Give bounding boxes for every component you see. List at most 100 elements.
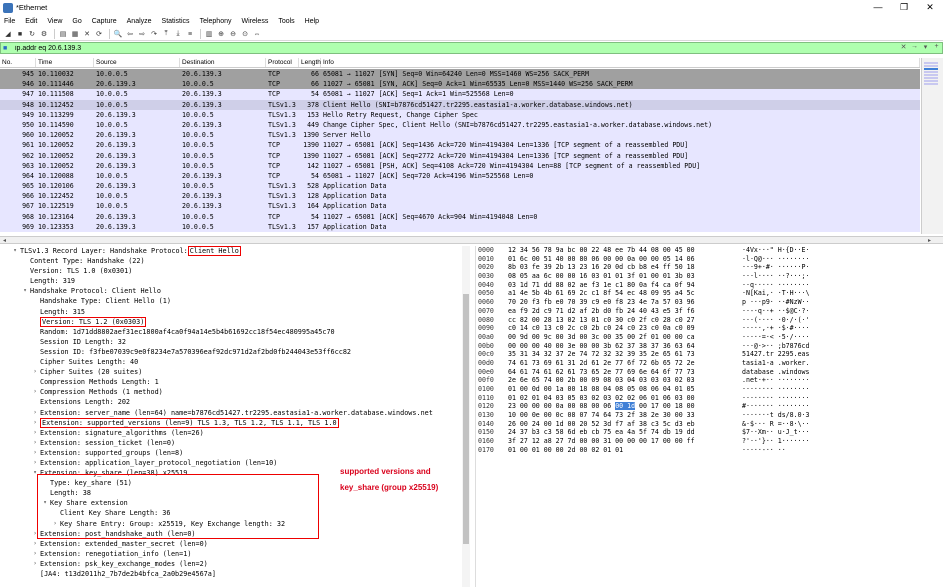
detail-row[interactable]: Handshake Type: Client Hello (1) <box>0 296 470 306</box>
apply-filter-button[interactable]: → <box>909 43 920 53</box>
bytes-row[interactable]: 0080 cc 82 00 28 13 02 13 01 c0 30 c0 2f … <box>476 316 943 325</box>
detail-row[interactable]: Cipher Suites Length: 40 <box>0 357 470 367</box>
close-button[interactable]: ✕ <box>917 0 943 15</box>
bytes-row[interactable]: 0160 3f 27 12 a8 27 7d 00 00 31 00 00 00 … <box>476 437 943 446</box>
menu-capture[interactable]: Capture <box>92 18 117 25</box>
bytes-row[interactable]: 0150 24 37 b3 c3 58 6d eb cb 75 ea 4a 5f … <box>476 428 943 437</box>
back-icon[interactable]: ⇦ <box>125 29 135 39</box>
expand-toggle-icon[interactable]: › <box>30 539 40 549</box>
expand-toggle-icon[interactable]: › <box>30 458 40 468</box>
detail-row[interactable]: › Cipher Suites (20 suites) <box>0 367 470 377</box>
menu-analyze[interactable]: Analyze <box>127 18 152 25</box>
expand-toggle-icon[interactable]: ▾ <box>10 246 20 256</box>
detail-row[interactable]: ▾ Handshake Protocol: Client Hello <box>0 286 470 296</box>
bytes-row[interactable]: 0050 a1 4e 5b 4b 61 69 2c c1 8f 54 ec 48 … <box>476 289 943 298</box>
bytes-row[interactable]: 0140 26 00 24 00 1d 00 20 52 3d f7 af 38 … <box>476 420 943 429</box>
detail-row[interactable]: › Extension: psk_key_exchange_modes (len=… <box>0 559 470 569</box>
detail-row[interactable]: › Extension: supported_versions (len=9) T… <box>0 417 470 428</box>
packet-row[interactable]: 962 10.120052 20.6.139.3 10.0.0.5 TCP 1390 110… <box>0 150 920 161</box>
detail-row[interactable]: Version: TLS 1.0 (0x0301) <box>0 266 470 276</box>
bytes-row[interactable]: 00a0 00 9d 00 9c 00 3d 00 3c 00 35 00 2f … <box>476 333 943 342</box>
pane-splitter[interactable]: ◂ ▸ <box>0 236 943 244</box>
bookmark-icon[interactable]: ■ <box>3 45 13 52</box>
last-icon[interactable]: ⤓ <box>173 29 183 39</box>
detail-row[interactable]: ▾ TLSv1.3 Record Layer: Handshake Protoco… <box>0 246 470 257</box>
column-time[interactable]: Time <box>36 58 94 67</box>
packet-row[interactable]: 964 10.120088 10.0.0.5 20.6.139.3 TCP 54 65081… <box>0 170 920 182</box>
scroll-right-icon[interactable]: ▸ <box>928 237 931 244</box>
detail-row[interactable]: Session ID Length: 32 <box>0 337 470 347</box>
expand-toggle-icon[interactable]: › <box>30 408 40 418</box>
menu-go[interactable]: Go <box>72 18 81 25</box>
bytes-row[interactable]: 00e0 64 61 74 61 62 61 73 65 2e 77 69 6e … <box>476 368 943 377</box>
autoscroll-icon[interactable]: ≡ <box>185 29 195 39</box>
zoom-in-icon[interactable]: ⊕ <box>216 29 226 39</box>
details-scrollbar-thumb[interactable] <box>463 294 469 544</box>
minimize-button[interactable]: — <box>865 0 891 15</box>
filter-history-dropdown[interactable]: ▾ <box>920 43 931 53</box>
packet-row[interactable]: 946 10.111446 20.6.139.3 10.0.0.5 TCP 66 11027… <box>0 79 920 90</box>
expand-toggle-icon[interactable]: › <box>30 549 40 559</box>
options-icon[interactable]: ⚙ <box>39 29 49 39</box>
forward-icon[interactable]: ⇨ <box>137 29 147 39</box>
column-no[interactable]: No. <box>0 58 36 67</box>
bytes-row[interactable]: 0030 08 05 aa 6c 00 00 16 03 01 01 3f 01 … <box>476 272 943 281</box>
close-file-icon[interactable]: ✕ <box>82 29 92 39</box>
menu-wireless[interactable]: Wireless <box>241 18 268 25</box>
zoom-out-icon[interactable]: ⊖ <box>228 29 238 39</box>
packet-row[interactable]: 947 10.111508 10.0.0.5 20.6.139.3 TCP 54 65081… <box>0 89 920 100</box>
bytes-row[interactable]: 0120 23 00 00 00 0a 00 08 00 06 00 1d 00 … <box>476 402 943 411</box>
detail-row[interactable]: › Extension: server_name (len=64) name=b7… <box>0 408 470 418</box>
packet-row[interactable]: 961 10.120052 20.6.139.3 10.0.0.5 TCP 1390 110… <box>0 140 920 151</box>
menu-telephony[interactable]: Telephony <box>200 18 232 25</box>
bytes-row[interactable]: 0010 01 6c 00 51 40 00 80 06 00 00 0a 00 … <box>476 255 943 264</box>
detail-row[interactable]: Content Type: Handshake (22) <box>0 256 470 266</box>
column-info[interactable]: Info <box>321 58 920 67</box>
detail-row[interactable]: Random: 1d71dd8802aef31ec1800af4ca0f94a1… <box>0 327 470 337</box>
bytes-row[interactable]: 0100 01 00 0d 00 1a 00 18 08 04 08 05 08 … <box>476 385 943 394</box>
column-destination[interactable]: Destination <box>180 58 266 67</box>
menu-edit[interactable]: Edit <box>25 18 37 25</box>
expand-toggle-icon[interactable]: › <box>30 418 40 428</box>
restart-icon[interactable]: ↻ <box>27 29 37 39</box>
bytes-row[interactable]: 0090 c0 14 c0 13 c0 2c c0 2b c0 24 c0 23 … <box>476 324 943 333</box>
scroll-left-icon[interactable]: ◂ <box>3 237 6 244</box>
detail-row[interactable]: Version: TLS 1.2 (0x0303) <box>0 316 470 327</box>
save-icon[interactable]: ▦ <box>70 29 80 39</box>
menu-view[interactable]: View <box>47 18 62 25</box>
detail-row[interactable]: › Extension: signature_algorithms (len=26… <box>0 428 470 438</box>
bytes-row[interactable]: 0040 03 1d 71 dd 88 02 ae f3 1e c1 80 0a … <box>476 281 943 290</box>
expand-toggle-icon[interactable]: › <box>30 387 40 397</box>
bytes-row[interactable]: 0170 01 00 01 00 00 2d 00 02 01 01 ·····-·… <box>476 446 943 455</box>
packet-row[interactable]: 949 10.113299 20.6.139.3 10.0.0.5 TLSv1.3 153… <box>0 109 920 120</box>
bytes-row[interactable]: 0000 12 34 56 78 9a bc 00 22 48 ee 7b 44 … <box>476 246 943 255</box>
expand-toggle-icon[interactable]: › <box>30 448 40 458</box>
bytes-row[interactable]: 00b0 00 00 00 40 00 3e 00 00 3b 62 37 38 … <box>476 342 943 351</box>
detail-row[interactable]: › Extension: extended_master_secret (len=… <box>0 539 470 549</box>
bytes-row[interactable]: 0060 70 20 f3 fb e0 70 39 c9 e0 f8 23 4e … <box>476 298 943 307</box>
packet-row[interactable]: 963 10.120052 20.6.139.3 10.0.0.5 TCP 142 1102… <box>0 160 920 171</box>
reload-icon[interactable]: ⟳ <box>94 29 104 39</box>
detail-row[interactable]: › Extension: renegotiation_info (len=1) <box>0 549 470 559</box>
column-source[interactable]: Source <box>94 58 180 67</box>
detail-row[interactable]: › Compression Methods (1 method) <box>0 387 470 397</box>
bytes-row[interactable]: 0020 8b 03 fe 39 2b 13 23 16 20 0d cb b8 … <box>476 263 943 272</box>
find-icon[interactable]: 🔍 <box>113 29 123 39</box>
packet-row[interactable]: 967 10.122519 10.0.0.5 20.6.139.3 TLSv1.3 164… <box>0 201 920 212</box>
bytes-row[interactable]: 0110 01 02 01 04 03 05 03 02 03 02 02 06 … <box>476 394 943 403</box>
detail-row[interactable]: › Extension: supported_groups (len=8) <box>0 448 470 458</box>
packet-row[interactable]: 945 10.110032 10.0.0.5 20.6.139.3 TCP 66 65081… <box>0 69 920 80</box>
packet-row[interactable]: 965 10.120106 20.6.139.3 10.0.0.5 TLSv1.3 528… <box>0 181 920 192</box>
detail-row[interactable]: Extensions Length: 202 <box>0 397 470 407</box>
bytes-row[interactable]: 0070 ea f9 2d c9 71 d2 af 2b d0 fb 24 40 … <box>476 307 943 316</box>
detail-row[interactable]: Compression Methods Length: 1 <box>0 377 470 387</box>
packet-row[interactable]: 968 10.123164 20.6.139.3 10.0.0.5 TCP 54 11027… <box>0 211 920 222</box>
add-filter-button[interactable]: + <box>931 43 942 53</box>
detail-row[interactable]: Session ID: f3fbe07039c9e0f8234e7a570396… <box>0 347 470 357</box>
colorize-icon[interactable]: ▥ <box>204 29 214 39</box>
open-icon[interactable]: ▤ <box>58 29 68 39</box>
first-icon[interactable]: ⤒ <box>161 29 171 39</box>
bytes-row[interactable]: 00d0 74 61 73 69 61 31 2d 61 2e 77 6f 72 … <box>476 359 943 368</box>
packet-row[interactable]: 969 10.123353 20.6.139.3 10.0.0.5 TLSv1.3 157… <box>0 221 920 232</box>
packet-row[interactable]: 960 10.120052 20.6.139.3 10.0.0.5 TLSv1.3 139… <box>0 130 920 141</box>
